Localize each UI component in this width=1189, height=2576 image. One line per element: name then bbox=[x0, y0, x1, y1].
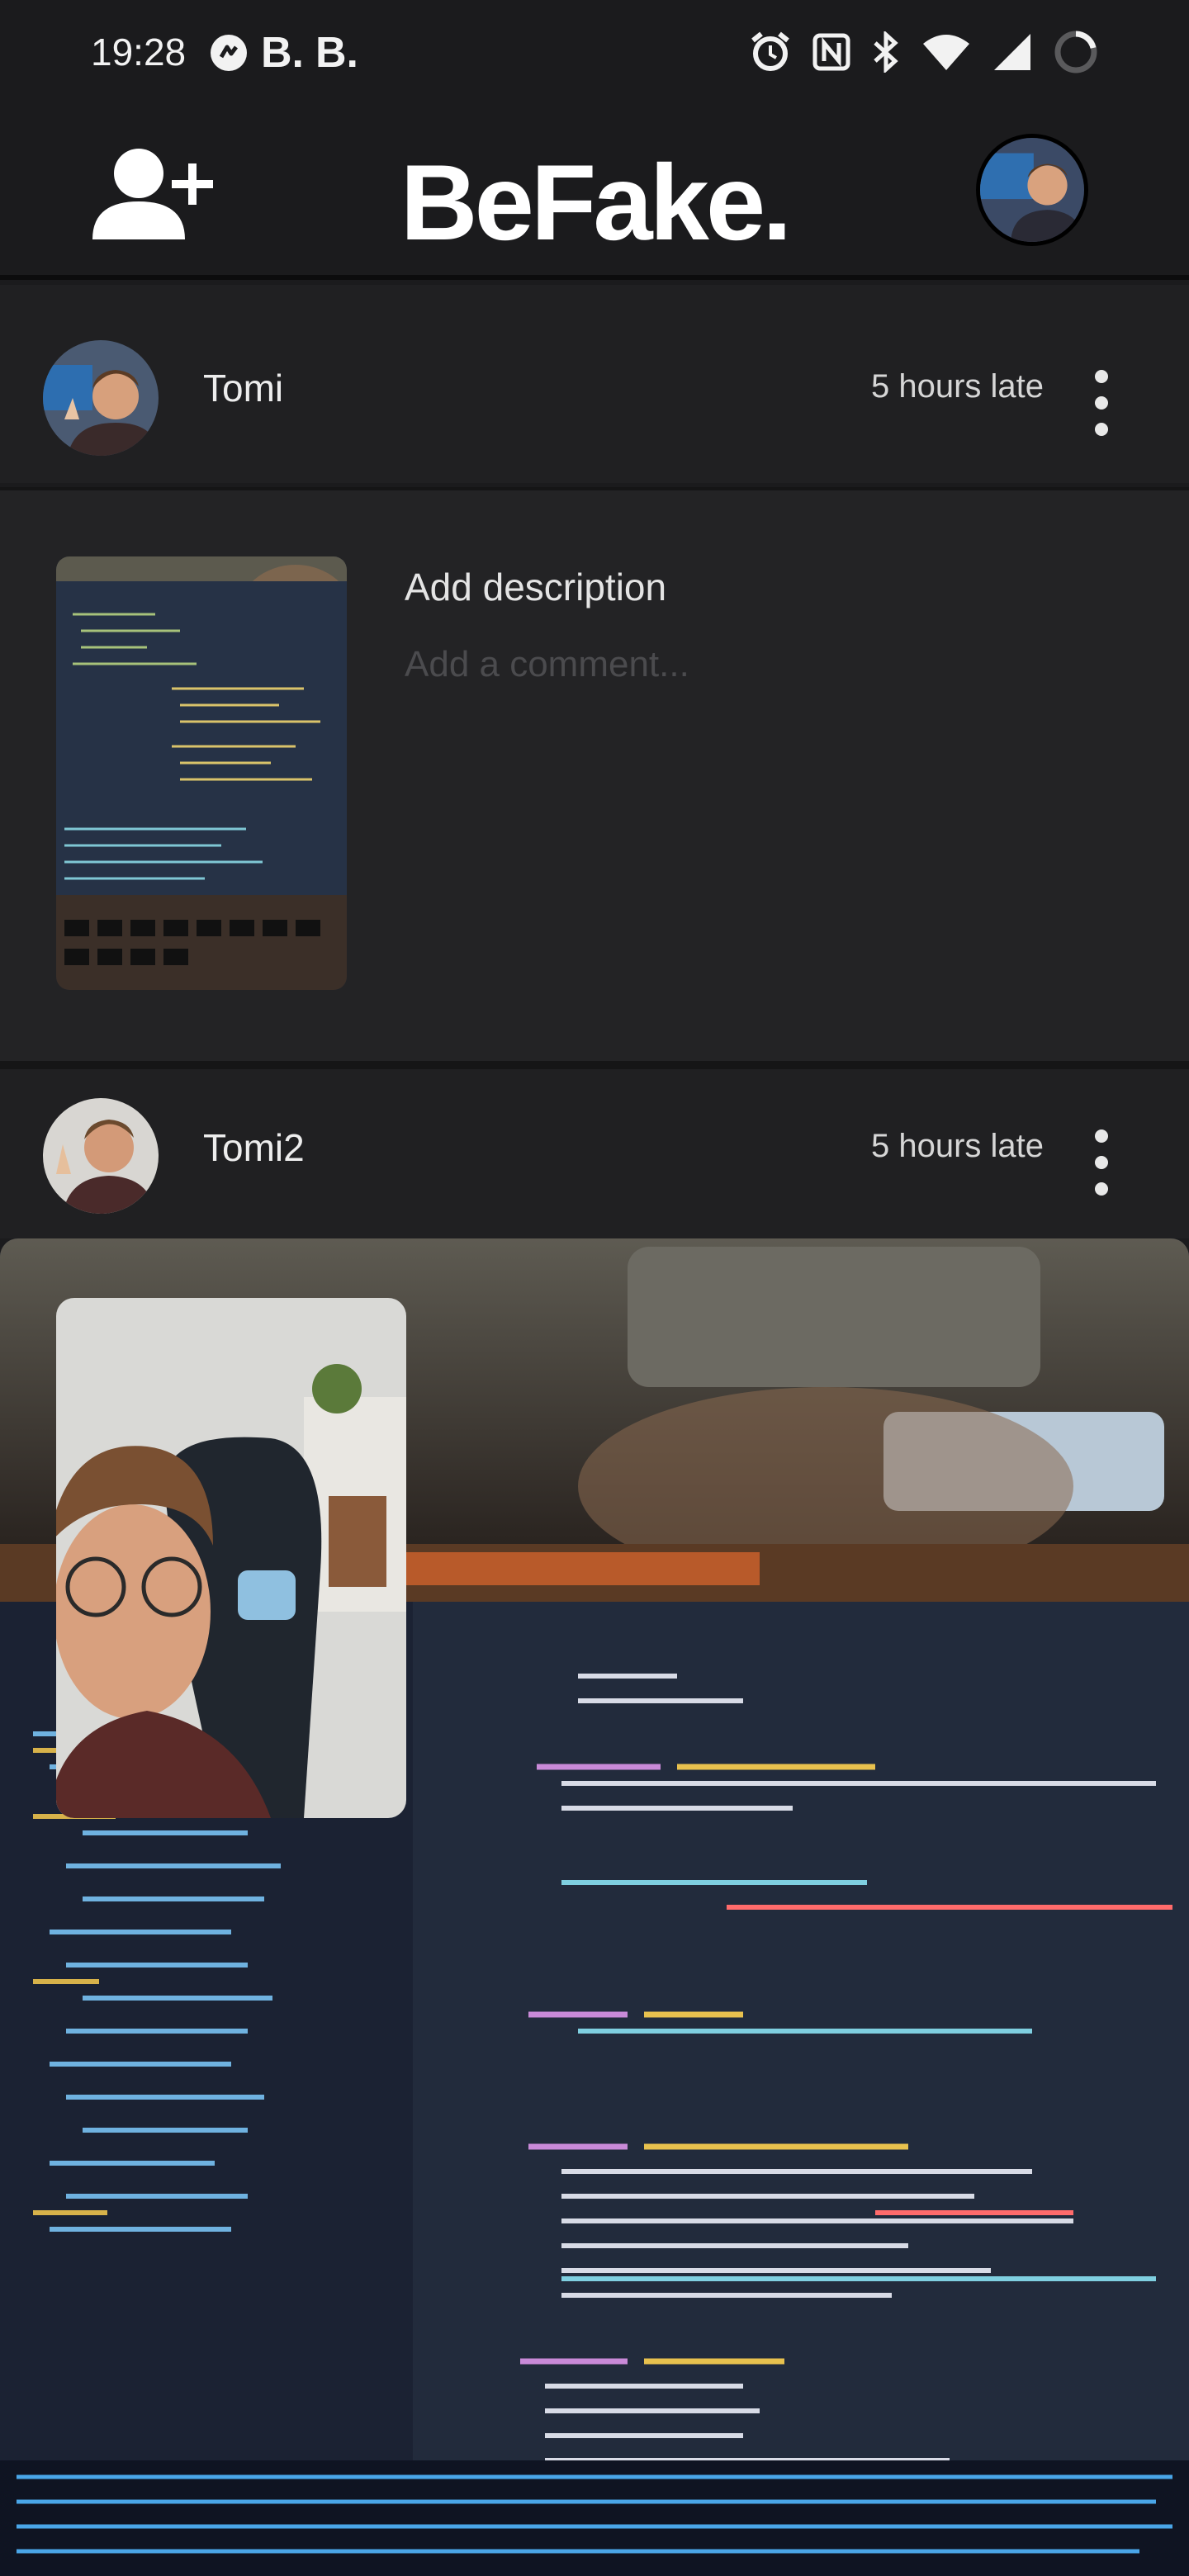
more-vert-icon bbox=[1095, 1129, 1108, 1143]
messenger-icon bbox=[211, 35, 247, 71]
selfie-image bbox=[56, 1298, 406, 1818]
post-username[interactable]: Tomi bbox=[203, 366, 283, 410]
post-main-photo[interactable] bbox=[0, 1238, 1189, 2576]
nfc-icon bbox=[812, 33, 850, 71]
post-username[interactable]: Tomi2 bbox=[203, 1125, 305, 1170]
app-bar-divider bbox=[0, 275, 1189, 280]
avatar[interactable] bbox=[43, 340, 159, 456]
feed-separator bbox=[0, 1061, 1189, 1069]
battery-icon bbox=[1054, 31, 1097, 73]
post-late-label: 5 hours late bbox=[870, 1128, 1044, 1164]
wifi-icon bbox=[923, 35, 969, 70]
bluetooth-icon bbox=[874, 31, 898, 73]
more-vert-icon bbox=[1095, 370, 1108, 383]
selfie-inset[interactable] bbox=[56, 1298, 406, 1818]
signal-icon bbox=[994, 34, 1030, 70]
post-header: Tomi2 5 hours late bbox=[0, 1069, 1189, 1238]
b-icon: B. bbox=[261, 29, 304, 77]
post-body: Add description Add a comment... bbox=[0, 487, 1189, 1061]
b-icon: B. bbox=[315, 29, 358, 77]
user-avatar-image bbox=[43, 340, 159, 456]
status-time: 19:28 bbox=[91, 31, 187, 73]
post-thumbnail[interactable] bbox=[56, 556, 347, 990]
user-avatar-image bbox=[43, 1098, 159, 1214]
profile-avatar bbox=[980, 138, 1084, 242]
post-late-label: 5 hours late bbox=[870, 368, 1044, 405]
status-right-icons bbox=[750, 30, 1098, 74]
add-description-button[interactable]: Add description bbox=[405, 565, 666, 609]
alarm-icon bbox=[751, 31, 789, 71]
more-options-button[interactable] bbox=[1090, 370, 1113, 436]
comment-input[interactable]: Add a comment... bbox=[405, 644, 689, 685]
status-bar: 19:28 B. B. bbox=[0, 0, 1189, 107]
post-header: Tomi 5 hours late bbox=[0, 285, 1189, 483]
post-thumbnail-image bbox=[56, 556, 347, 990]
status-left-icons: B. B. bbox=[208, 31, 358, 74]
profile-button[interactable] bbox=[976, 134, 1088, 246]
avatar[interactable] bbox=[43, 1098, 159, 1214]
app-bar: BeFake. bbox=[0, 107, 1189, 277]
more-options-button[interactable] bbox=[1090, 1129, 1113, 1196]
